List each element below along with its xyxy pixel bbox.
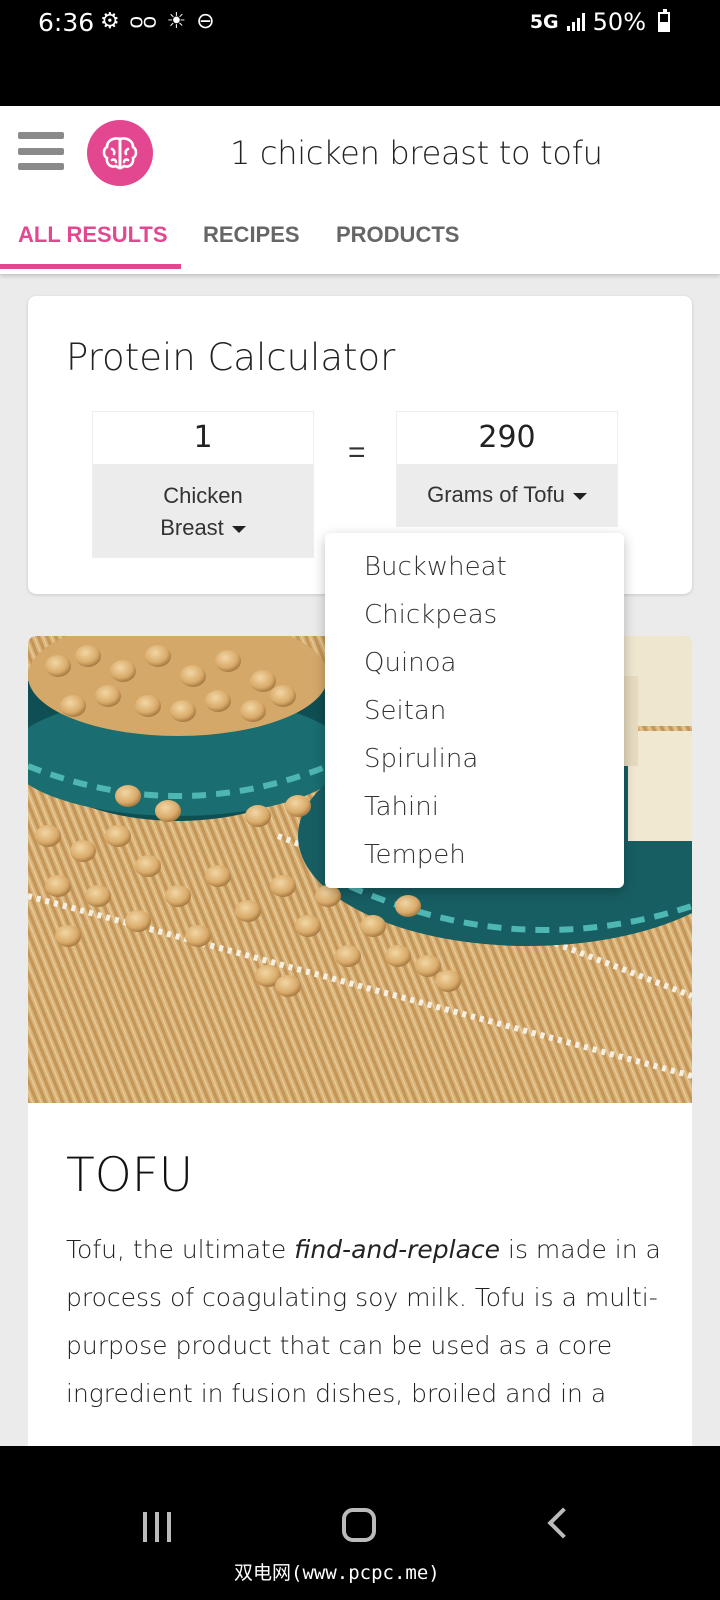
signal-icon xyxy=(566,13,585,31)
dropdown-option-chickpeas[interactable]: Chickpeas xyxy=(325,591,624,639)
caret-down-icon xyxy=(231,525,246,533)
dropdown-option-spirulina[interactable]: Spirulina xyxy=(325,735,624,783)
dropdown-option-seitan[interactable]: Seitan xyxy=(325,687,624,735)
tab-recipes[interactable]: RECIPES xyxy=(203,214,300,274)
calculator-title: Protein Calculator xyxy=(66,336,396,379)
status-bar: 6:36 ⚙ ᴑᴑ ☀ ⊖ 5G 50% xyxy=(0,0,720,106)
home-icon[interactable] xyxy=(342,1508,376,1542)
voicemail-icon: ᴑᴑ xyxy=(129,8,157,33)
caret-down-icon xyxy=(572,492,587,500)
equals-sign: = xyxy=(348,436,366,469)
article-heading: TOFU xyxy=(66,1148,194,1203)
dropdown-option-buckwheat[interactable]: Buckwheat xyxy=(325,543,624,591)
page-title: 1 chicken breast to tofu xyxy=(230,134,603,172)
tab-products[interactable]: PRODUCTS xyxy=(336,214,459,274)
to-converter: 290 Grams of Tofu xyxy=(396,411,618,527)
brain-logo-icon[interactable] xyxy=(87,120,153,186)
from-unit-select[interactable]: Chicken Breast xyxy=(93,464,313,557)
status-notification-icons: ⚙ ᴑᴑ ☀ ⊖ xyxy=(100,8,215,34)
dnd-icon: ⊖ xyxy=(196,8,215,33)
back-icon[interactable] xyxy=(547,1507,579,1539)
from-converter: 1 Chicken Breast xyxy=(92,411,314,558)
from-unit-line1: Chicken xyxy=(163,483,243,508)
recent-apps-icon[interactable] xyxy=(143,1512,171,1542)
gear-icon: ⚙ xyxy=(100,8,120,33)
watermark: 双电网(www.pcpc.me) xyxy=(234,1562,440,1584)
status-right: 5G 50% xyxy=(530,8,670,36)
dropdown-option-quinoa[interactable]: Quinoa xyxy=(325,639,624,687)
to-value-input[interactable]: 290 xyxy=(397,412,617,464)
network-type: 5G xyxy=(529,11,559,33)
to-unit-select[interactable]: Grams of Tofu xyxy=(397,464,617,526)
battery-percent: 50% xyxy=(592,8,646,36)
weather-icon: ☀ xyxy=(166,8,187,33)
from-unit-line2: Breast xyxy=(160,515,224,540)
from-value-input[interactable]: 1 xyxy=(93,412,313,464)
dropdown-option-tahini[interactable]: Tahini xyxy=(325,783,624,831)
article-description: Tofu, the ultimate find-and-replace is m… xyxy=(66,1226,666,1418)
desc-part-1: Tofu, the ultimate xyxy=(66,1235,295,1264)
battery-icon xyxy=(658,9,670,32)
desc-emphasis: find-and-replace xyxy=(294,1235,501,1264)
dropdown-option-tempeh[interactable]: Tempeh xyxy=(325,831,624,879)
status-time: 6:36 xyxy=(38,8,95,37)
unit-dropdown-menu: Buckwheat Chickpeas Quinoa Seitan Spirul… xyxy=(325,533,624,888)
menu-icon[interactable] xyxy=(18,132,64,170)
active-tab-indicator xyxy=(0,264,181,269)
app-header: 1 chicken breast to tofu ALL RESULTS REC… xyxy=(0,106,720,274)
app-content: 1 chicken breast to tofu ALL RESULTS REC… xyxy=(0,106,720,1446)
to-unit-label: Grams of Tofu xyxy=(427,482,565,507)
